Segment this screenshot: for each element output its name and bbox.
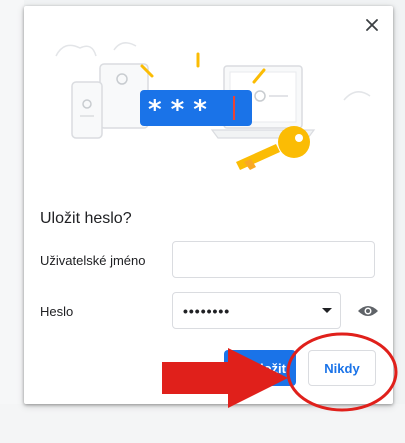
- cloud-icon: [55, 44, 97, 57]
- save-password-dialog: * * * Uložit heslo? Uživatelské jméno He…: [24, 6, 393, 404]
- password-select[interactable]: ••••••••: [172, 292, 341, 329]
- show-password-button[interactable]: [356, 302, 380, 320]
- background-page-bottom: [0, 404, 405, 443]
- password-masked-value: ••••••••: [183, 302, 231, 319]
- cloud-icon: [343, 91, 371, 101]
- eye-icon: [358, 306, 378, 316]
- background-page: [0, 0, 24, 443]
- password-label: Heslo: [40, 304, 74, 319]
- username-label: Uživatelské jméno: [40, 253, 146, 268]
- close-icon: [366, 19, 378, 31]
- phone-icon: [71, 81, 103, 139]
- never-button[interactable]: Nikdy: [308, 350, 376, 386]
- save-button[interactable]: Uložit: [224, 350, 296, 386]
- cloud-icon: [113, 42, 137, 51]
- chevron-down-icon: [322, 308, 332, 313]
- password-illustration: * * *: [55, 42, 371, 170]
- username-input[interactable]: [172, 241, 375, 278]
- dialog-title: Uložit heslo?: [40, 210, 132, 227]
- illustration-stars: * * *: [148, 95, 207, 125]
